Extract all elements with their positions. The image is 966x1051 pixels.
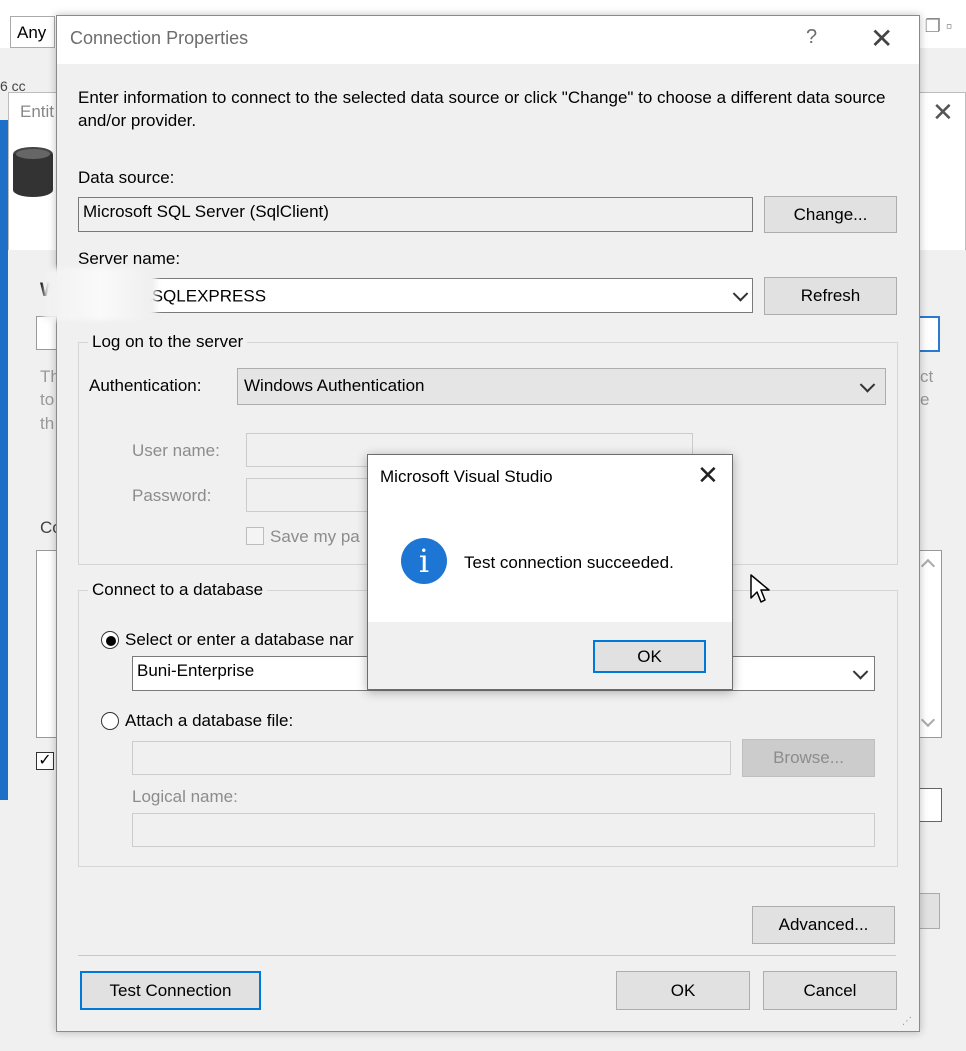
message-ok-button[interactable]: OK (593, 640, 706, 673)
background-text: ct (920, 367, 934, 386)
change-button[interactable]: Change... (764, 196, 897, 233)
save-password-label: Save my pa (270, 527, 360, 546)
entity-wizard-title: Entit (20, 102, 55, 121)
background-accent-strip (0, 120, 8, 800)
logon-group-label: Log on to the server (88, 332, 248, 352)
background-text: th (40, 414, 55, 433)
attach-database-radio[interactable] (101, 712, 119, 730)
platform-combo[interactable]: Any (10, 16, 55, 48)
entity-wizard-close-icon[interactable]: ✕ (932, 97, 954, 128)
chevron-down-icon[interactable] (852, 663, 869, 680)
info-icon: i (401, 538, 447, 584)
database-icon (13, 147, 53, 197)
password-label: Password: (132, 486, 212, 505)
background-field (918, 788, 942, 822)
background-checkbox[interactable]: ✓ (36, 752, 54, 770)
cancel-button[interactable]: Cancel (763, 971, 897, 1010)
authentication-label: Authentication: (89, 376, 202, 395)
server-name-label: Server name: (78, 249, 181, 268)
advanced-button[interactable]: Advanced... (752, 906, 895, 944)
server-name-value: \SQLEXPRESS (147, 286, 267, 306)
logical-name-label: Logical name: (132, 787, 238, 806)
test-connection-button[interactable]: Test Connection (80, 971, 261, 1010)
data-source-field: Microsoft SQL Server (SqlClient) (78, 197, 753, 232)
server-name-combo[interactable]: \SQLEXPRESS (78, 278, 753, 313)
refresh-button[interactable]: Refresh (764, 277, 897, 315)
background-field-right (918, 316, 940, 352)
browse-button[interactable]: Browse... (742, 739, 875, 777)
select-database-label: Select or enter a database nar (125, 630, 354, 649)
database-name-value: Buni-Enterprise (137, 661, 255, 680)
logical-name-input[interactable] (132, 813, 875, 847)
message-text: Test connection succeeded. (464, 553, 674, 572)
authentication-value: Windows Authentication (244, 376, 425, 395)
redaction-blur (44, 268, 156, 320)
chevron-down-icon[interactable] (732, 285, 749, 302)
message-box-close-icon[interactable]: ✕ (697, 460, 719, 491)
footer-separator (78, 955, 896, 956)
data-source-label: Data source: (78, 168, 175, 187)
background-text: e (920, 390, 930, 409)
help-icon[interactable]: ? (806, 26, 817, 49)
select-database-radio[interactable] (101, 631, 119, 649)
background-button (918, 893, 940, 929)
attach-database-label: Attach a database file: (125, 711, 294, 730)
resize-grip-icon[interactable]: ⋰ (902, 1016, 916, 1030)
dialog-close-icon[interactable]: ✕ (870, 22, 893, 55)
dialog-intro-text: Enter information to connect to the sele… (78, 88, 886, 130)
database-file-input[interactable] (132, 741, 731, 775)
save-password-checkbox[interactable] (246, 527, 264, 545)
ok-button[interactable]: OK (616, 971, 750, 1010)
mouse-cursor-icon (750, 574, 770, 603)
dialog-title: Connection Properties (70, 28, 249, 48)
message-box-title: Microsoft Visual Studio (380, 467, 553, 486)
chevron-down-icon[interactable] (859, 376, 876, 393)
background-text: to (40, 390, 55, 409)
authentication-select[interactable]: Windows Authentication (237, 368, 886, 405)
database-group-label: Connect to a database (88, 580, 268, 600)
user-name-label: User name: (132, 441, 220, 460)
